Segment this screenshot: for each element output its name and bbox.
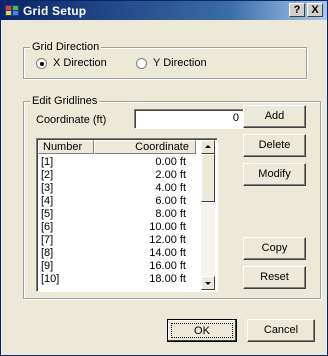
list-item[interactable]: [5] 8.00 ft [41, 208, 186, 220]
row-number: [5] [41, 208, 54, 220]
scroll-down-button[interactable] [201, 276, 215, 290]
scroll-up-button[interactable] [201, 140, 215, 154]
grid-direction-legend: Grid Direction [30, 41, 102, 53]
list-item[interactable]: [4] 6.00 ft [41, 195, 186, 207]
row-coordinate: 4.00 ft [155, 182, 186, 194]
delete-button[interactable]: Delete [243, 134, 306, 157]
reset-button[interactable]: Reset [243, 266, 306, 289]
y-direction-label: Y Direction [153, 57, 207, 69]
list-item[interactable]: [2] 2.00 ft [41, 169, 186, 181]
row-number: [9] [41, 260, 54, 272]
radio-circle [136, 57, 147, 69]
row-coordinate: 10.00 ft [149, 221, 186, 233]
x-direction-label: X Direction [53, 57, 107, 69]
gridlines-list[interactable]: Number Coordinate [1] 0.00 ft [2] 2.00 ft … [36, 138, 218, 292]
column-header-coordinate[interactable]: Coordinate [94, 140, 196, 154]
radio-selected-dot [40, 61, 44, 66]
scroll-thumb[interactable] [201, 154, 215, 202]
list-item[interactable]: [10] 18.00 ft [41, 273, 186, 285]
row-number: [10] [41, 273, 60, 285]
add-button[interactable]: Add [243, 105, 306, 128]
grid-setup-dialog: Grid Setup ? X Grid Direction X Directio… [0, 0, 328, 356]
row-number: [6] [41, 221, 54, 233]
row-coordinate: 2.00 ft [155, 169, 186, 181]
title-bar[interactable]: Grid Setup ? X [1, 1, 327, 20]
row-coordinate: 14.00 ft [149, 247, 186, 259]
row-number: [4] [41, 195, 54, 207]
edit-gridlines-legend: Edit Gridlines [30, 95, 100, 107]
ok-button[interactable]: OK [167, 319, 237, 342]
coordinate-label: Coordinate (ft) [36, 114, 107, 126]
list-item[interactable]: [6] 10.00 ft [41, 221, 186, 233]
row-coordinate: 16.00 ft [149, 260, 186, 272]
list-item[interactable]: [9] 16.00 ft [41, 260, 186, 272]
row-coordinate: 0.00 ft [155, 156, 186, 168]
radio-circle [36, 57, 47, 69]
grid-direction-group: Grid Direction X Direction Y Direction [23, 41, 307, 79]
row-number: [1] [41, 156, 54, 168]
row-coordinate: 6.00 ft [155, 195, 186, 207]
row-coordinate: 8.00 ft [155, 208, 186, 220]
row-number: [3] [41, 182, 54, 194]
list-scrollbar[interactable] [201, 140, 215, 290]
row-number: [8] [41, 247, 54, 259]
coordinate-input[interactable]: 0 [134, 109, 244, 129]
row-coordinate: 12.00 ft [149, 234, 186, 246]
window-title: Grid Setup [23, 4, 87, 18]
ok-label: OK [171, 323, 233, 338]
cancel-button[interactable]: Cancel [247, 319, 315, 342]
modify-button[interactable]: Modify [243, 163, 306, 186]
x-direction-radio[interactable]: X Direction [36, 57, 107, 69]
y-direction-radio[interactable]: Y Direction [136, 57, 207, 69]
list-item[interactable]: [8] 14.00 ft [41, 247, 186, 259]
list-item[interactable]: [1] 0.00 ft [41, 156, 186, 168]
row-number: [7] [41, 234, 54, 246]
help-button[interactable]: ? [289, 3, 305, 17]
app-grid-icon [5, 5, 19, 16]
list-item[interactable]: [3] 4.00 ft [41, 182, 186, 194]
chevron-up-icon [205, 145, 211, 148]
row-coordinate: 18.00 ft [149, 273, 186, 285]
column-header-number[interactable]: Number [38, 140, 94, 154]
row-number: [2] [41, 169, 54, 181]
list-item[interactable]: [7] 12.00 ft [41, 234, 186, 246]
chevron-down-icon [205, 282, 211, 285]
copy-button[interactable]: Copy [243, 237, 306, 260]
close-button[interactable]: X [307, 3, 323, 17]
